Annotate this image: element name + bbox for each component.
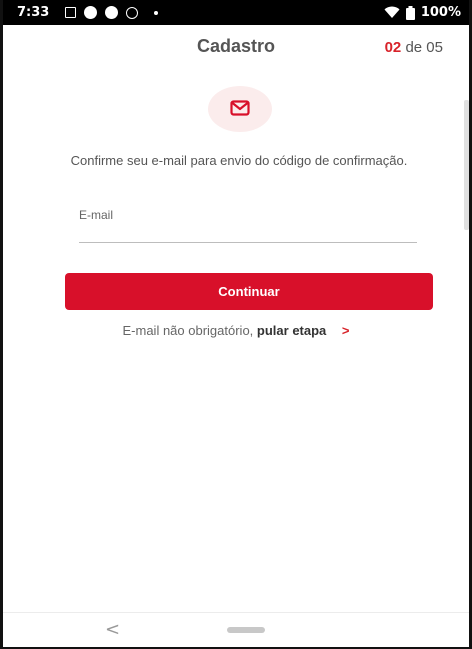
wifi-icon	[384, 6, 400, 18]
status-time: 7:33	[17, 5, 50, 20]
instructions-text: Confirme seu e-mail para envio do código…	[70, 153, 408, 168]
email-badge	[208, 86, 272, 132]
email-field-label: E-mail	[79, 208, 114, 222]
home-nav-pill[interactable]	[227, 627, 265, 633]
notification-icons	[65, 6, 158, 19]
sync-icon	[126, 6, 138, 19]
scrollbar[interactable]	[464, 100, 469, 230]
email-field[interactable]	[79, 224, 417, 243]
step-total: de 05	[405, 39, 443, 56]
envelope-icon	[230, 100, 250, 116]
skip-step-link[interactable]: pular etapa	[257, 323, 326, 338]
status-right: 100%	[384, 5, 461, 20]
battery-icon	[405, 5, 415, 20]
battery-percent: 100%	[420, 5, 461, 20]
sim-icon	[65, 7, 76, 18]
record-icon	[84, 6, 97, 19]
system-nav-bar: <	[3, 612, 469, 647]
skip-row: E-mail não obrigatório, pular etapa >	[3, 323, 469, 338]
chevron-right-icon[interactable]: >	[342, 323, 350, 338]
back-nav-button[interactable]: <	[105, 619, 120, 640]
info-icon	[105, 6, 118, 19]
skip-prefix: E-mail não obrigatório,	[122, 323, 254, 338]
screen: 7:33 100% Cadastro 02 de 05 Confirme seu…	[0, 0, 472, 649]
step-counter: 02 de 05	[385, 39, 443, 56]
status-bar: 7:33 100%	[3, 0, 469, 25]
step-current: 02	[384, 39, 402, 56]
dot-icon	[154, 10, 158, 15]
continue-button[interactable]: Continuar	[65, 273, 433, 310]
